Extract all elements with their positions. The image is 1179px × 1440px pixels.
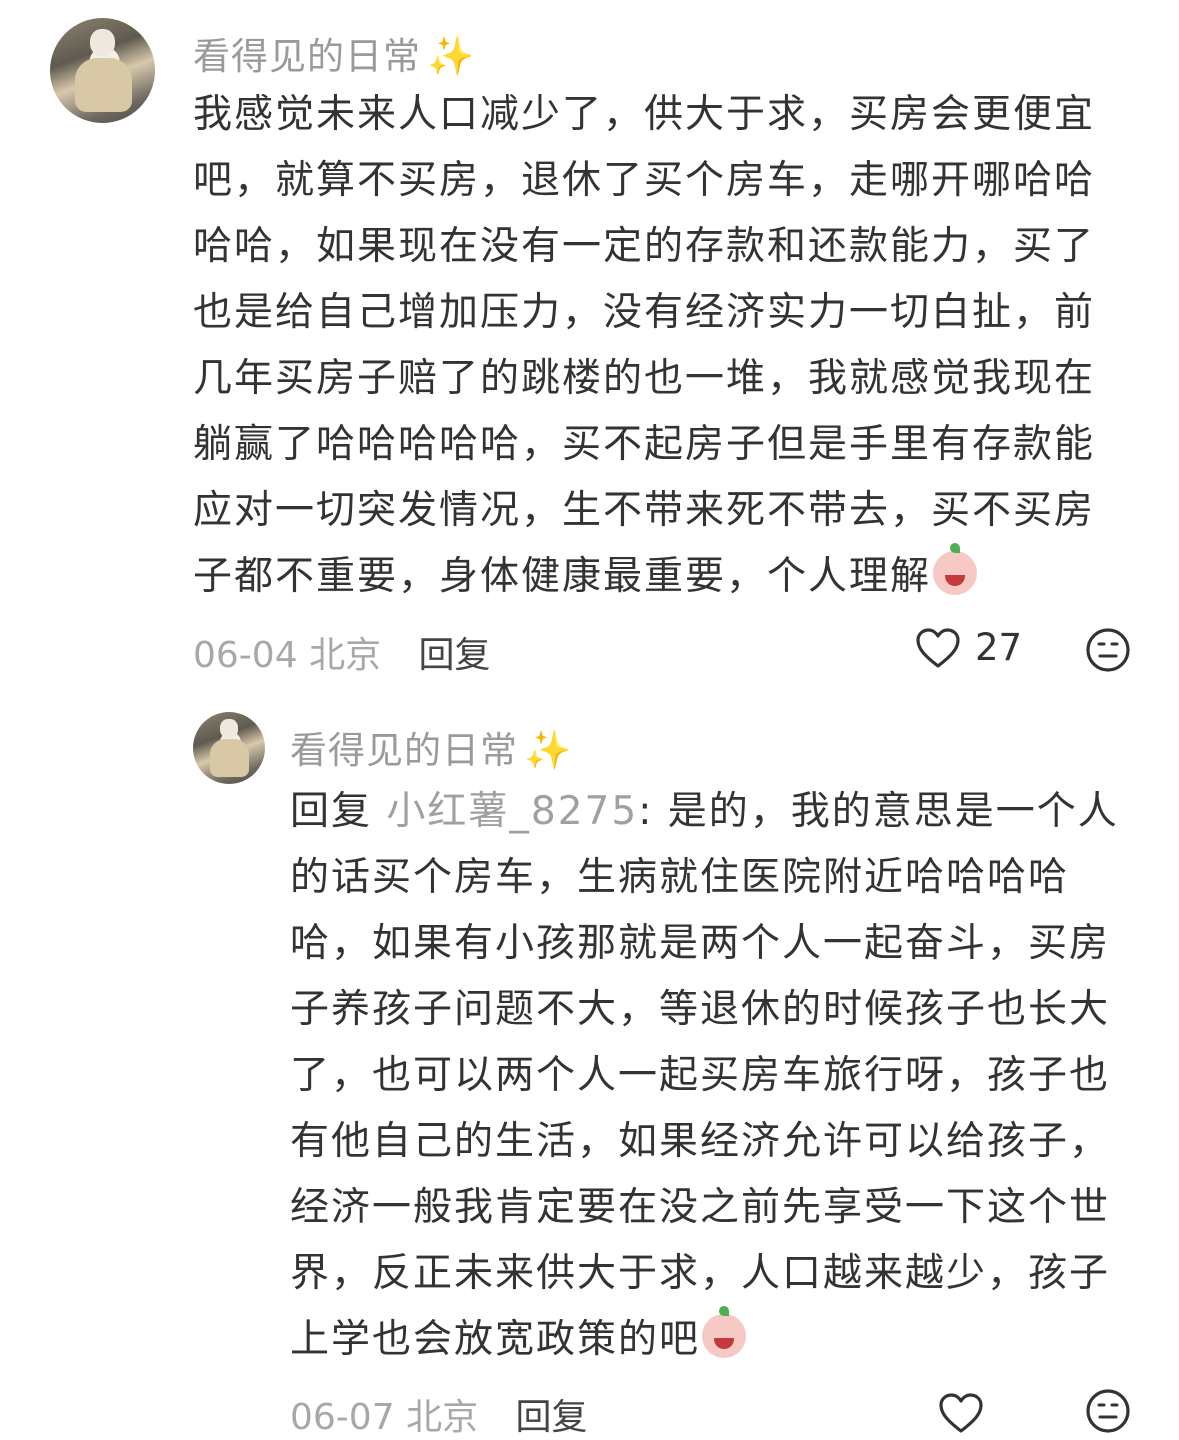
avatar[interactable] bbox=[50, 18, 155, 123]
comment-location: 北京 bbox=[309, 635, 382, 676]
username-text: 看得见的日常 bbox=[290, 729, 518, 772]
avatar-figure-body bbox=[210, 739, 250, 777]
like-count: 27 bbox=[975, 626, 1023, 669]
laughing-face-icon bbox=[933, 543, 978, 595]
heart-icon bbox=[916, 627, 960, 668]
reply-text-body: : 是的，我的意思是一个人的话买个房车，生病就住医院附近哈哈哈哈哈，如果有小孩那… bbox=[290, 789, 1119, 1362]
reply-location: 北京 bbox=[406, 1397, 479, 1438]
dislike-face-icon[interactable] bbox=[1085, 627, 1131, 673]
reply-button[interactable]: 回复 bbox=[419, 635, 491, 676]
avatar-figure-head bbox=[220, 719, 238, 738]
like-button[interactable]: 27 bbox=[915, 626, 1022, 669]
avatar-figure-head bbox=[89, 28, 116, 56]
comment-text-body: 我感觉未来人口减少了，供大于求，买房会更便宜吧，就算不买房，退休了买个房车，走哪… bbox=[193, 92, 1096, 599]
comment-text: 我感觉未来人口减少了，供大于求，买房会更便宜吧，就算不买房，退休了买个房车，走哪… bbox=[193, 82, 1123, 610]
avatar-figure-body bbox=[75, 57, 132, 113]
dislike-face-icon[interactable] bbox=[1085, 1388, 1131, 1434]
crying-laughing-face-icon bbox=[702, 1306, 747, 1358]
reply-avatar[interactable] bbox=[193, 712, 265, 784]
reply-reply-button[interactable]: 回复 bbox=[516, 1397, 588, 1438]
username-text: 看得见的日常 bbox=[193, 35, 421, 78]
reply-meta: 06-07 北京 回复 bbox=[290, 1388, 588, 1440]
reply-date: 06-07 bbox=[290, 1397, 395, 1438]
comment-meta: 06-04 北京 回复 bbox=[193, 626, 491, 678]
heart-icon[interactable] bbox=[938, 1392, 984, 1434]
reply-target-username[interactable]: 小红薯_8275 bbox=[386, 789, 638, 834]
reply-username[interactable]: 看得见的日常 ✨ bbox=[290, 720, 572, 774]
reply-prefix: 回复 bbox=[290, 789, 373, 834]
sparkle-icon: ✨ bbox=[524, 728, 573, 772]
reply-text: 回复 小红薯_8275: 是的，我的意思是一个人的话买个房车，生病就住医院附近哈… bbox=[290, 779, 1130, 1373]
comment-date: 06-04 bbox=[193, 635, 298, 676]
sparkle-icon: ✨ bbox=[427, 34, 476, 78]
comment-username[interactable]: 看得见的日常 ✨ bbox=[193, 26, 475, 80]
